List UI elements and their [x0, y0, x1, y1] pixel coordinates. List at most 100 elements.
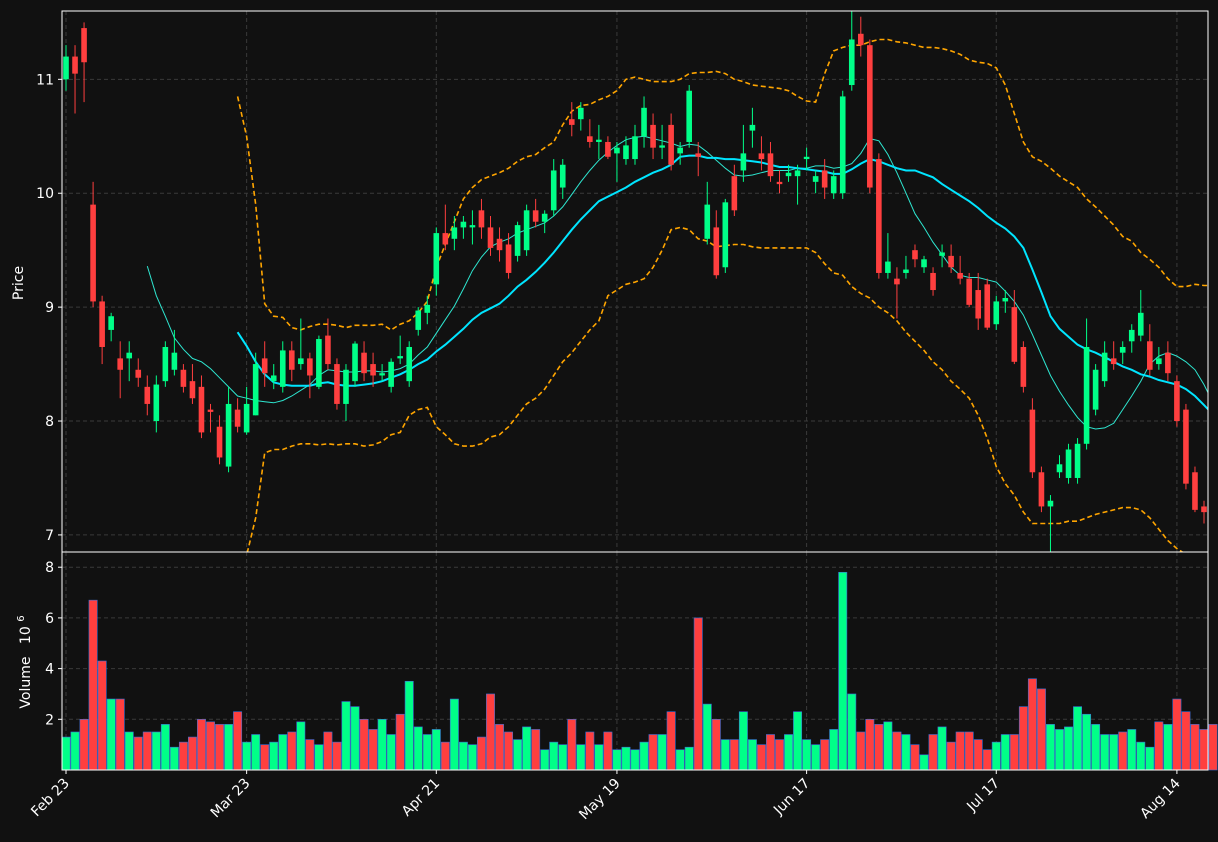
volume-bar-up	[838, 571, 848, 771]
candle-up	[397, 356, 403, 359]
volume-bar-up	[702, 703, 712, 771]
candle-up	[903, 269, 909, 273]
volume-bar-down	[693, 617, 703, 771]
candle-up	[424, 304, 431, 313]
candle-up	[270, 375, 277, 382]
candle-up	[1128, 329, 1135, 342]
volume-axis-label: Volume 10 6	[16, 615, 34, 708]
candle-down	[776, 181, 783, 185]
candle-up	[1074, 443, 1081, 478]
volume-bar-up	[1136, 741, 1146, 771]
volume-bar-down	[504, 731, 514, 771]
volume-bar-up	[106, 698, 116, 771]
volume-bar-up	[160, 724, 170, 771]
candle-down	[1147, 341, 1153, 370]
candle-up	[596, 139, 602, 142]
candle-down	[72, 56, 78, 74]
volume-bar-down	[973, 739, 983, 771]
candle-up	[162, 346, 169, 382]
volume-bar-down	[666, 711, 676, 771]
volume-bar-up	[422, 734, 432, 771]
candle-down	[948, 255, 954, 268]
price-tick-label: 11	[36, 72, 54, 88]
volume-tick-label: 4	[45, 662, 54, 678]
candle-down	[650, 124, 656, 148]
volume-bar-down	[197, 719, 206, 771]
volume-bar-up	[747, 739, 757, 771]
candle-down	[1183, 409, 1189, 484]
volume-bar-up	[1000, 734, 1010, 771]
candle-down	[1174, 381, 1180, 422]
volume-bar-up	[314, 744, 324, 771]
candle-down	[189, 381, 196, 399]
volume-bar-up	[467, 744, 477, 771]
candle-down	[307, 358, 313, 376]
price-tick-label: 10	[36, 186, 54, 202]
volume-bar-down	[910, 744, 920, 771]
volume-axis-scale-exponent: 6	[16, 615, 27, 621]
volume-bar-down	[133, 736, 143, 771]
candle-up	[343, 369, 349, 404]
candle-down	[821, 170, 828, 188]
candle-down	[234, 409, 241, 427]
candle-down	[144, 386, 151, 404]
volume-bar-down	[729, 739, 739, 771]
candle-up	[126, 352, 133, 359]
volume-bar-up	[1073, 706, 1083, 771]
volume-bar-down	[395, 713, 405, 771]
volume-bar-up	[70, 731, 80, 771]
volume-bar-down	[648, 734, 658, 771]
candle-up	[1101, 352, 1108, 382]
candle-down	[767, 153, 774, 177]
volume-bar-up	[278, 734, 288, 771]
volume-bar-up	[1127, 729, 1137, 771]
candle-down	[1011, 307, 1018, 362]
volume-bar-down	[1172, 698, 1182, 771]
volume-bar-up	[630, 749, 640, 771]
candle-down	[1038, 472, 1045, 507]
volume-bar-up	[802, 739, 812, 771]
volume-bar-down	[892, 731, 902, 771]
candle-up	[803, 156, 810, 160]
volume-bar-up	[513, 739, 523, 771]
volume-axis-scale: 10	[18, 626, 34, 644]
candle-down	[90, 204, 96, 302]
volume-bar-up	[919, 754, 929, 771]
candle-down	[478, 210, 485, 228]
candle-up	[839, 96, 846, 194]
volume-bar-down	[756, 744, 766, 771]
candle-up	[578, 107, 584, 120]
volume-bar-up	[1064, 726, 1073, 771]
candle-up	[153, 384, 160, 422]
candle-down	[135, 369, 142, 378]
volume-bar-up	[576, 744, 586, 771]
volume-bar-up	[937, 726, 947, 771]
candle-down	[505, 244, 512, 273]
candle-up	[1056, 464, 1063, 473]
candle-up	[785, 172, 792, 177]
candle-up	[740, 153, 747, 171]
volume-bar-up	[431, 729, 441, 771]
candle-up	[1047, 500, 1054, 507]
volume-bar-up	[720, 739, 730, 771]
volume-bar-down	[775, 739, 784, 771]
volume-bar-up	[883, 721, 893, 771]
candle-up	[451, 227, 458, 239]
volume-bar-down	[368, 729, 378, 771]
volume-bar-down	[585, 731, 595, 771]
volume-bar-down	[946, 741, 956, 771]
volume-bar-up	[269, 741, 279, 771]
volume-bar-up	[621, 746, 631, 771]
candle-up	[659, 145, 665, 148]
volume-bar-down	[97, 660, 107, 771]
candle-up	[225, 403, 232, 467]
candle-down	[857, 33, 864, 46]
candle-up	[749, 124, 756, 131]
volume-bar-down	[766, 734, 775, 771]
volume-bar-up	[657, 734, 667, 771]
volume-bar-down	[332, 741, 342, 771]
candle-down	[117, 358, 123, 370]
candle-down	[198, 386, 205, 433]
volume-bar-up	[639, 741, 649, 771]
candle-down	[984, 284, 991, 328]
